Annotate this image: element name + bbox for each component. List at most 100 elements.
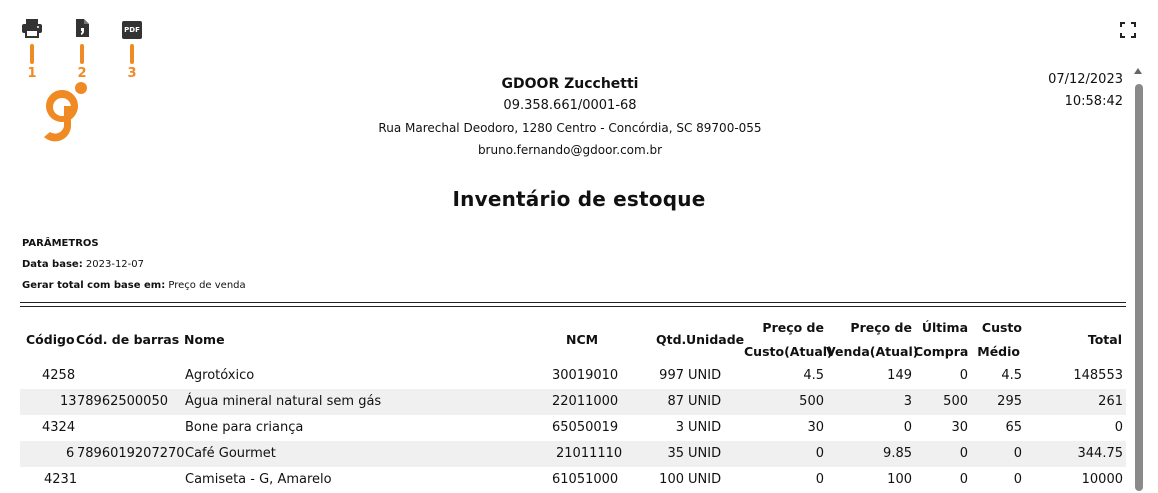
report-date: 07/12/2023 [1048, 72, 1123, 87]
cell-unit: UNID [688, 446, 722, 461]
header-sale-price-line1: Preço de [850, 320, 912, 335]
cell-cost-price: 0 [815, 472, 824, 487]
scroll-up-arrow[interactable] [1134, 68, 1142, 74]
cell-code: 4231 [44, 472, 78, 487]
company-cnpj: 09.358.661/0001-68 [503, 98, 637, 113]
table-row[interactable]: 4258 Agrotóxico 30019010 997 UNID 4.5 14… [20, 363, 1126, 389]
fullscreen-button[interactable] [1120, 22, 1136, 38]
print-button[interactable] [20, 18, 44, 42]
cell-sale-price: 0 [903, 420, 912, 435]
cell-last-purchase: 0 [959, 472, 968, 487]
header-cost-price-line2: Custo(Atual) [744, 344, 833, 359]
params-total-basis: Gerar total com base em: Preço de venda [22, 280, 246, 291]
cell-sale-price: 149 [887, 368, 912, 383]
cell-name: Água mineral natural sem gás [185, 394, 382, 409]
toolbar-marker-2 [80, 44, 84, 64]
header-name: Nome [184, 332, 225, 347]
cell-ncm: 65050019 [552, 420, 619, 435]
cell-cost-price: 4.5 [803, 368, 824, 383]
fullscreen-icon [1120, 22, 1136, 42]
cell-cost-price: 0 [815, 446, 824, 461]
divider-top [20, 302, 1126, 303]
cell-avg-cost: 65 [1005, 420, 1022, 435]
header-sale-price-line2: Venda(Atual) [826, 344, 919, 359]
table-row[interactable]: 4231 Camiseta - G, Amarelo 61051000 100 … [20, 467, 1126, 493]
cell-barcode: 78962500050 [77, 394, 168, 409]
toolbar-number-3: 3 [127, 66, 137, 81]
cell-last-purchase: 0 [959, 446, 968, 461]
report-time: 10:58:42 [1064, 94, 1123, 109]
cell-name: Camiseta - G, Amarelo [185, 472, 332, 487]
cell-ncm: 22011000 [552, 394, 619, 409]
cell-code: 6 [66, 446, 75, 461]
header-code: Código [26, 332, 75, 347]
toolbar-marker-1 [30, 44, 34, 64]
cell-sale-price: 100 [887, 472, 912, 487]
cell-name: Bone para criança [185, 420, 304, 435]
cell-qty: 3 [675, 420, 684, 435]
cell-name: Agrotóxico [185, 368, 255, 383]
cell-total: 148553 [1073, 368, 1123, 383]
cell-avg-cost: 295 [997, 394, 1022, 409]
company-email: bruno.fernando@gdoor.com.br [477, 143, 663, 157]
cell-sale-price: 3 [903, 394, 912, 409]
cell-code: 4258 [42, 368, 76, 383]
cell-code: 13 [60, 394, 77, 409]
params-date-base: Data base: 2023-12-07 [22, 259, 144, 270]
cell-avg-cost: 0 [1013, 472, 1022, 487]
company-name: GDOOR Zucchetti [501, 76, 639, 92]
params-total-value: Preço de venda [168, 280, 246, 291]
cell-last-purchase: 0 [959, 368, 968, 383]
header-unit: Unidade [686, 332, 745, 347]
header-barcode: Cód. de barras [76, 332, 180, 347]
printer-icon [21, 18, 43, 42]
params-date-label: Data base: [22, 259, 83, 270]
table-row[interactable]: 6 7896019207270 Café Gourmet 21011110 35… [20, 441, 1126, 467]
cell-qty: 87 [667, 394, 684, 409]
header-avg-cost-line2: Médio [977, 344, 1020, 359]
params-date-value: 2023-12-07 [85, 259, 145, 270]
header-last-purchase-line1: Última [921, 320, 968, 335]
cell-total: 0 [1114, 420, 1123, 435]
report-title: Inventário de estoque [452, 187, 706, 211]
header-total: Total [1087, 332, 1122, 347]
pdf-button[interactable]: PDF [120, 18, 144, 42]
cell-qty: 100 [659, 472, 684, 487]
toolbar-marker-3 [130, 44, 134, 64]
document-icon [74, 18, 90, 42]
cell-barcode: 7896019207270 [77, 446, 185, 461]
cell-name: Café Gourmet [185, 446, 276, 461]
cell-total: 261 [1098, 394, 1123, 409]
toolbar-number-2: 2 [77, 66, 87, 81]
scrollbar-thumb[interactable] [1135, 84, 1143, 491]
document-button[interactable] [70, 18, 94, 42]
company-address: Rua Marechal Deodoro, 1280 Centro - Conc… [378, 121, 762, 135]
cell-sale-price: 9.85 [883, 446, 912, 461]
cell-last-purchase: 500 [943, 394, 968, 409]
table-row[interactable]: 13 78962500050 Água mineral natural sem … [20, 389, 1126, 415]
params-heading: PARÂMETROS [22, 238, 99, 249]
cell-total: 344.75 [1077, 446, 1124, 461]
header-avg-cost-line1: Custo [981, 320, 1022, 335]
cell-avg-cost: 0 [1013, 446, 1022, 461]
table-row[interactable]: 4324 Bone para criança 65050019 3 UNID 3… [20, 415, 1126, 441]
header-last-purchase-line2: Compra [914, 344, 969, 359]
cell-unit: UNID [688, 394, 722, 409]
cell-cost-price: 500 [799, 394, 824, 409]
pdf-icon: PDF [122, 21, 142, 39]
header-qty: Qtd. [656, 332, 687, 347]
divider-bottom [20, 306, 1126, 307]
cell-ncm: 21011110 [556, 446, 623, 461]
header-cost-price-line1: Preço de [762, 320, 824, 335]
cell-last-purchase: 30 [951, 420, 968, 435]
gdoor-logo [40, 80, 92, 148]
cell-ncm: 30019010 [552, 368, 619, 383]
cell-qty: 997 [659, 368, 684, 383]
toolbar-number-1: 1 [27, 66, 37, 81]
params-total-label: Gerar total com base em: [22, 280, 166, 291]
cell-unit: UNID [688, 420, 722, 435]
cell-avg-cost: 4.5 [1001, 368, 1022, 383]
cell-unit: UNID [688, 368, 722, 383]
cell-unit: UNID [688, 472, 722, 487]
cell-ncm: 61051000 [552, 472, 619, 487]
